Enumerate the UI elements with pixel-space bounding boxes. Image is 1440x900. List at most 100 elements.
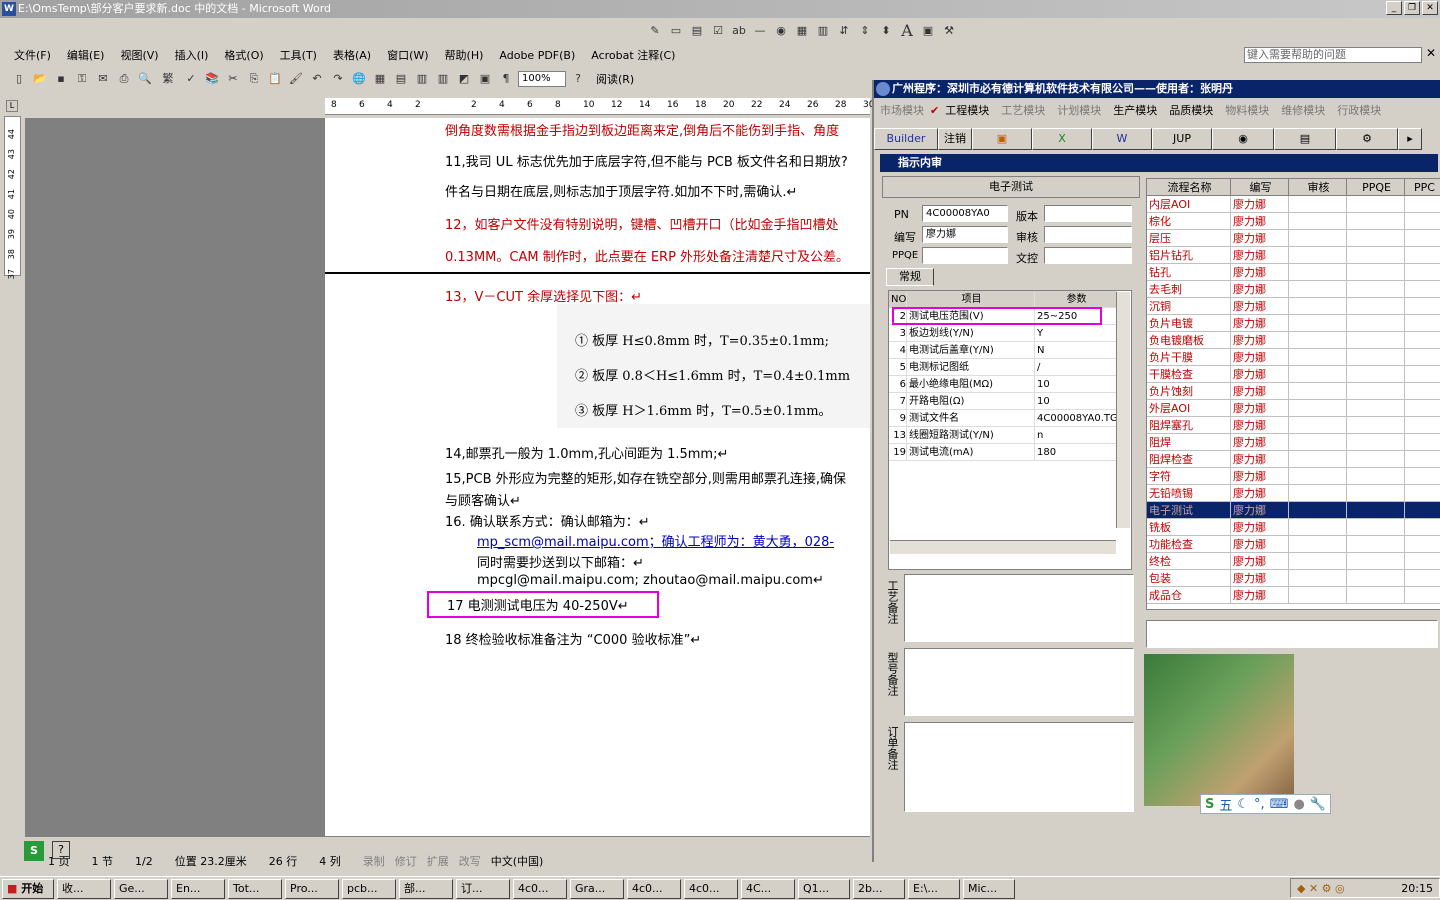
pencil-icon[interactable]: ✎ — [646, 22, 664, 40]
close-doc-icon[interactable]: ✕ — [1426, 46, 1436, 60]
textbox-icon[interactable]: ab — [730, 22, 748, 40]
builder-button[interactable]: Builder — [874, 128, 938, 150]
close-icon[interactable]: ✕ — [1422, 1, 1438, 15]
grid-row[interactable]: 9 测试文件名 4C00008YA0.TG — [889, 410, 1117, 427]
checkbox-icon[interactable]: ☑ — [709, 22, 727, 40]
read-button[interactable]: 阅读(R) — [596, 71, 634, 87]
doc-control-field[interactable] — [1044, 247, 1132, 264]
taskbar-item[interactable]: Ge... — [114, 878, 168, 899]
ime-mode[interactable]: 五 — [1219, 795, 1232, 814]
text-a-icon[interactable]: A — [898, 22, 916, 40]
email-icon[interactable]: ✉ — [94, 70, 112, 88]
tab-selector-icon[interactable]: L — [6, 100, 18, 112]
jup-button[interactable]: JUP — [1152, 128, 1212, 150]
columns-icon[interactable]: ▥ — [434, 70, 452, 88]
flow-row[interactable]: 包装 廖力娜 — [1147, 570, 1440, 587]
word-export-icon[interactable]: W — [1092, 128, 1152, 150]
moon-icon[interactable]: ☾ — [1237, 797, 1249, 812]
taskbar-item[interactable]: pcb... — [342, 878, 396, 899]
menu-adobe-pdf[interactable]: Adobe PDF(B) — [499, 49, 575, 62]
wrench-icon[interactable]: 🔧 — [1310, 797, 1326, 812]
permission-icon[interactable]: ⚿ — [73, 70, 91, 88]
spin-icon[interactable]: ⇕ — [856, 22, 874, 40]
taskbar-item[interactable]: 4c0... — [684, 878, 738, 899]
taskbar-item[interactable]: Pro... — [285, 878, 339, 899]
combo-icon[interactable]: ▥ — [814, 22, 832, 40]
report-icon[interactable]: ▣ — [972, 128, 1032, 150]
version-field[interactable] — [1044, 205, 1132, 222]
menu-acrobat[interactable]: Acrobat 注释(C) — [591, 47, 675, 63]
insert-table-icon[interactable]: ▤ — [392, 70, 410, 88]
menu-table[interactable]: 表格(A) — [333, 47, 371, 63]
taskbar-item[interactable]: Gra... — [570, 878, 624, 899]
taskbar-item[interactable]: Mic... — [963, 878, 1015, 899]
open-icon[interactable]: 📂 — [31, 70, 49, 88]
drawing-icon[interactable]: ◩ — [455, 70, 473, 88]
module-admin[interactable]: 行政模块 — [1337, 102, 1381, 118]
tools-icon[interactable]: ⚒ — [940, 22, 958, 40]
status-rec[interactable]: 录制 — [363, 853, 385, 869]
status-ext[interactable]: 扩展 — [427, 853, 449, 869]
user-icon[interactable]: ● — [1293, 797, 1304, 812]
module-material[interactable]: 物料模块 — [1225, 102, 1269, 118]
eye-icon[interactable]: ◉ — [1212, 128, 1274, 150]
excel-icon[interactable]: ▥ — [413, 70, 431, 88]
tools-erp-icon[interactable]: ⚙ — [1336, 128, 1398, 150]
spell-icon[interactable]: ✓ — [182, 70, 200, 88]
format-painter-icon[interactable]: 🖌 — [287, 70, 305, 88]
flow-row[interactable]: 电子测试 廖力娜 — [1147, 502, 1440, 519]
image-icon[interactable]: ▣ — [919, 22, 937, 40]
word-app-icon[interactable]: W — [2, 2, 16, 16]
doc-map-icon[interactable]: ▣ — [476, 70, 494, 88]
preview-icon[interactable]: 🔍 — [136, 70, 154, 88]
menu-help[interactable]: 帮助(H) — [445, 47, 484, 63]
hyperlink-icon[interactable]: 🌐 — [350, 70, 368, 88]
flow-row[interactable]: 负片电镀 廖力娜 — [1147, 315, 1440, 332]
sogou-ime-icon[interactable]: S — [1205, 797, 1214, 812]
flow-row[interactable]: 负片干膜 廖力娜 — [1147, 349, 1440, 366]
document-page[interactable]: 倒角度数需根据金手指边到板边距离来定,倒角后不能伤到手指、角度 11,我司 UL … — [325, 118, 870, 836]
horizontal-scrollbar[interactable] — [25, 836, 870, 850]
ime-bar[interactable]: S 五 ☾ °, ⌨ ● 🔧 — [1200, 794, 1331, 814]
taskbar-item[interactable]: 4C... — [741, 878, 795, 899]
copy-icon[interactable]: ⎘ — [245, 70, 263, 88]
flow-row[interactable]: 钻孔 廖力娜 — [1147, 264, 1440, 281]
menu-view[interactable]: 视图(V) — [120, 47, 158, 63]
scroll-icon[interactable]: ⇵ — [835, 22, 853, 40]
flow-row[interactable]: 终检 廖力娜 — [1147, 553, 1440, 570]
grid-row[interactable]: 19 测试电流(mA) 180 — [889, 444, 1117, 461]
flow-row[interactable]: 沉铜 廖力娜 — [1147, 298, 1440, 315]
grid-row[interactable]: 13 线圈短路测试(Y/N) n — [889, 427, 1117, 444]
flow-row[interactable]: 铣板 廖力娜 — [1147, 519, 1440, 536]
flow-row[interactable]: 外层AOI 廖力娜 — [1147, 400, 1440, 417]
status-trk[interactable]: 修订 — [395, 853, 417, 869]
taskbar-item[interactable]: 收... — [57, 878, 111, 899]
excel-export-icon[interactable]: X — [1032, 128, 1092, 150]
flow-row[interactable]: 负电镀磨板 廖力娜 — [1147, 332, 1440, 349]
more-icon[interactable]: ▸ — [1398, 128, 1422, 150]
zoom-select[interactable]: 100% — [518, 71, 566, 87]
sogou-icon[interactable]: S — [24, 841, 44, 861]
tray-icons[interactable]: ◆ ✕ ⚙ ◎ — [1297, 882, 1345, 895]
author-field[interactable]: 廖力娜 — [922, 226, 1008, 243]
flow-row[interactable]: 阻焊塞孔 廖力娜 — [1147, 417, 1440, 434]
taskbar-item[interactable]: 2b... — [853, 878, 905, 899]
spinner-icon[interactable]: ⬍ — [877, 22, 895, 40]
flow-row[interactable]: 成品仓 廖力娜 — [1147, 587, 1440, 604]
grid-row[interactable]: 5 电测标记图纸 / — [889, 359, 1117, 376]
grid-vscroll[interactable] — [1116, 292, 1130, 528]
flow-row[interactable]: 铝片钻孔 廖力娜 — [1147, 247, 1440, 264]
grid-row[interactable]: 3 板边划线(Y/N) Y — [889, 325, 1117, 342]
notes-order-field[interactable] — [904, 722, 1134, 812]
flow-row[interactable]: 无铅喷锡 廖力娜 — [1147, 485, 1440, 502]
menu-window[interactable]: 窗口(W) — [387, 47, 428, 63]
punct-icon[interactable]: °, — [1254, 797, 1265, 812]
taskbar-item[interactable]: E:\... — [908, 878, 960, 899]
print-icon[interactable]: ⎙ — [115, 70, 133, 88]
taskbar-item[interactable]: 4c0... — [513, 878, 567, 899]
taskbar-item[interactable]: 部... — [399, 878, 453, 899]
flow-row[interactable]: 棕化 廖力娜 — [1147, 213, 1440, 230]
help-search-input[interactable]: 键入需要帮助的问题 — [1244, 47, 1422, 63]
keyboard-icon[interactable]: ⌨ — [1270, 797, 1289, 812]
frame-icon[interactable]: ▭ — [667, 22, 685, 40]
